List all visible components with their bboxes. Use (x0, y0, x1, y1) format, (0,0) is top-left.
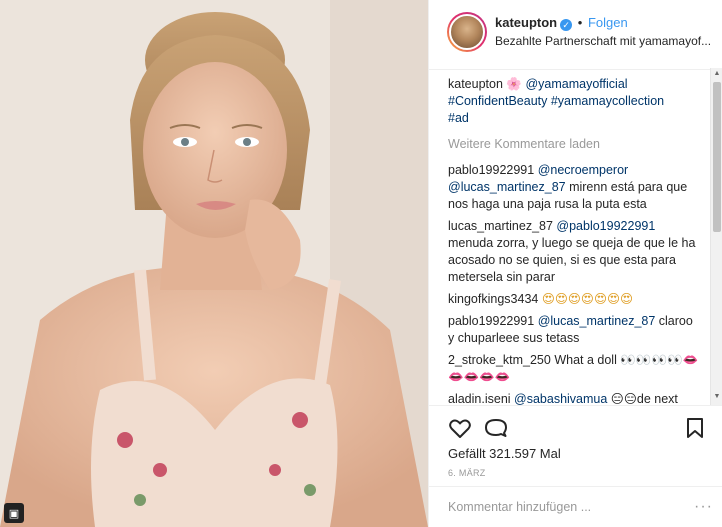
comment-username[interactable]: pablo19922991 (448, 314, 534, 328)
caption-username[interactable]: kateupton (448, 77, 503, 91)
flower-emoji: 🌸 (506, 77, 522, 91)
comment-item: pablo19922991 @necroemperor @lucas_marti… (448, 162, 701, 213)
comments-scrollbar[interactable]: ▲ ▼ (710, 68, 722, 405)
comment-text: menuda zorra, y luego se queja de que le… (448, 236, 696, 284)
avatar[interactable] (447, 12, 487, 52)
post-side-panel: kateupton ✓ • Folgen Bezahlte Partnerscha… (428, 0, 722, 527)
post-photo[interactable]: ▣ (0, 0, 428, 527)
add-comment-input[interactable] (448, 497, 668, 517)
comment-item: pablo19922991 @lucas_martinez_87 claroo … (448, 313, 701, 347)
caption-hashtag-ad[interactable]: #ad (448, 111, 469, 125)
scroll-down-arrow-icon[interactable]: ▼ (713, 393, 721, 403)
comment-item: 2_stroke_ktm_250 What a doll 👀👀👀👀👄👄👄👄👄 (448, 352, 701, 386)
scroll-up-arrow-icon[interactable]: ▲ (713, 70, 721, 80)
comment-item: kingofkings3434 😍😍😍😍😍😍😍 (448, 291, 701, 308)
gallery-icon[interactable]: ▣ (4, 503, 24, 523)
comment-username[interactable]: pablo19922991 (448, 163, 534, 177)
comment-text: 😍😍😍😍😍😍😍 (538, 292, 634, 306)
add-comment-bar: ··· (429, 486, 722, 527)
separator-dot: • (577, 15, 583, 30)
comment-mention[interactable]: @sabashivamua (514, 392, 607, 405)
comment-icon[interactable] (484, 416, 508, 440)
bookmark-icon[interactable] (683, 416, 707, 440)
load-more-comments-link[interactable]: Weitere Kommentare laden (448, 136, 701, 153)
comment-username[interactable]: kingofkings3434 (448, 292, 538, 306)
comment-mention[interactable]: @lucas_martinez_87 (538, 314, 656, 328)
follow-button[interactable]: Folgen (588, 15, 628, 30)
comment-item: lucas_martinez_87 @pablo19922991 menuda … (448, 218, 701, 286)
post-date: 6. MÄRZ (448, 468, 486, 478)
photo-illustration (0, 0, 428, 527)
comment-username[interactable]: lucas_martinez_87 (448, 219, 553, 233)
more-options-button[interactable]: ··· (694, 498, 713, 516)
header-username[interactable]: kateupton (495, 15, 557, 30)
verified-badge-icon: ✓ (560, 19, 573, 31)
comment-mention[interactable]: @pablo19922991 (556, 219, 655, 233)
scroll-thumb[interactable] (713, 82, 721, 232)
comment-item: aladin.iseni @sabashivamua 😑😑de next one (448, 391, 701, 405)
post-caption: kateupton 🌸 @yamamayofficial #ConfidentB… (448, 76, 701, 127)
paid-partnership-label[interactable]: Bezahlte Partnerschaft mit yamamayof... (495, 34, 717, 48)
header-user-line: kateupton ✓ • Folgen (495, 15, 628, 31)
comment-username[interactable]: 2_stroke_ktm_250 (448, 353, 551, 367)
likes-count[interactable]: Gefällt 321.597 Mal (448, 446, 561, 461)
comments-list: kateupton 🌸 @yamamayofficial #ConfidentB… (429, 70, 709, 405)
post-header: kateupton ✓ • Folgen Bezahlte Partnerscha… (429, 0, 722, 70)
caption-hashtags[interactable]: #ConfidentBeauty #yamamaycollection (448, 94, 664, 108)
comment-username[interactable]: aladin.iseni (448, 392, 511, 405)
post-actions: Gefällt 321.597 Mal 6. MÄRZ ··· (429, 405, 722, 527)
heart-icon[interactable] (448, 416, 472, 440)
caption-mention[interactable]: @yamamayofficial (525, 77, 627, 91)
